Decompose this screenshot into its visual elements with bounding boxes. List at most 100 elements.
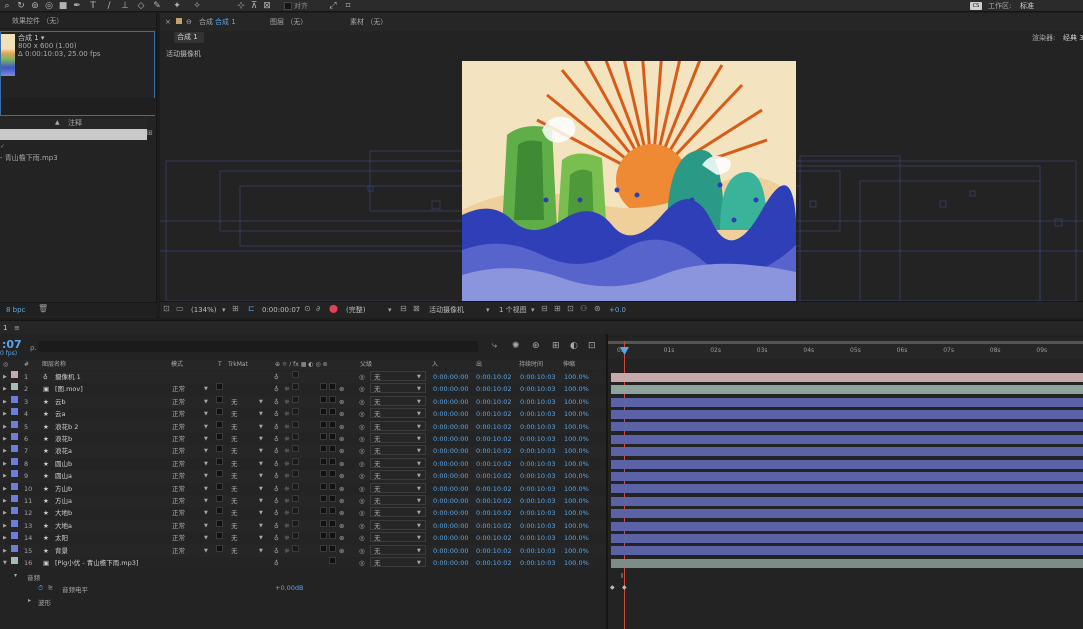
pan-behind-tool-icon[interactable]: ◎ bbox=[44, 1, 54, 11]
clone-stamp-tool-icon[interactable]: ⊥ bbox=[120, 1, 130, 11]
zoom-value[interactable]: (134%) bbox=[191, 305, 216, 315]
text-tool-icon[interactable]: T bbox=[88, 1, 98, 11]
graph-icon[interactable]: ⊵ bbox=[48, 584, 53, 591]
zoom-dropdown-icon[interactable]: ▾ bbox=[222, 305, 226, 315]
waveform-label[interactable]: 波形 bbox=[38, 597, 51, 607]
timeline-tab-comp[interactable]: 1 bbox=[3, 323, 7, 333]
timeline-menu-icon[interactable]: ≡ bbox=[14, 323, 20, 333]
layer-duration-bar[interactable] bbox=[611, 484, 1083, 494]
snap-grid-icon[interactable]: ⌗ bbox=[343, 1, 353, 11]
frame-blending-icon[interactable]: ⊞ bbox=[552, 341, 560, 351]
lock-icon[interactable]: ⊖ bbox=[186, 17, 192, 27]
cc-badge[interactable]: CS bbox=[970, 2, 982, 10]
brush-tool-icon[interactable]: ∕ bbox=[104, 1, 114, 11]
resolution-dropdown-icon[interactable]: ▾ bbox=[388, 305, 392, 315]
camera-view-dropdown-icon[interactable]: ▾ bbox=[486, 305, 490, 315]
layer-duration-bar[interactable] bbox=[611, 372, 1083, 382]
snapshot-icon[interactable]: ⊙ bbox=[304, 304, 311, 313]
hierarchy-icon[interactable]: ⊞ bbox=[147, 129, 155, 137]
show-snapshot-icon[interactable]: ∂ bbox=[316, 304, 320, 313]
audio-group-chevron-icon[interactable]: ▾ bbox=[14, 572, 17, 579]
roto-brush-tool-icon[interactable]: ✎ bbox=[152, 1, 162, 11]
channel-icon[interactable]: ⬤ bbox=[329, 304, 338, 313]
reset-exposure-icon[interactable]: ⊛ bbox=[594, 304, 601, 313]
keyframe-nav-icon[interactable]: ◆ bbox=[622, 584, 627, 591]
camera-view-value[interactable]: 活动摄像机 bbox=[429, 305, 464, 315]
audio-stopwatch-icon[interactable]: ⏱ bbox=[38, 584, 43, 593]
timeline-icon[interactable]: ⊡ bbox=[567, 304, 574, 313]
layer-duration-bar[interactable] bbox=[611, 496, 1083, 506]
layer-duration-bar[interactable] bbox=[611, 533, 1083, 543]
exposure-value[interactable]: +0.0 bbox=[609, 305, 626, 315]
tab-composition[interactable]: 合成 1 bbox=[215, 17, 236, 27]
layer-duration-bar[interactable] bbox=[611, 447, 1083, 457]
renderer-value[interactable]: 经典 3 bbox=[1063, 33, 1083, 43]
layer-duration-bar[interactable] bbox=[611, 409, 1083, 419]
safe-zones-icon[interactable]: ⊞ bbox=[232, 304, 239, 313]
close-tab-icon[interactable]: × bbox=[165, 17, 171, 27]
search-icon[interactable]: ρ. bbox=[30, 343, 37, 353]
axis-view-icon[interactable]: ⊠ bbox=[262, 1, 272, 11]
layer-duration-bar[interactable] bbox=[611, 385, 1083, 395]
audio-level-value[interactable]: +0.00dB bbox=[275, 584, 304, 592]
viewer-timecode[interactable]: 0:00:00:07 bbox=[262, 305, 300, 315]
layer-duration-bar[interactable] bbox=[611, 471, 1083, 481]
pen-tool-icon[interactable]: ✒ bbox=[72, 1, 82, 11]
subtab-comp-1[interactable]: 合成 1 bbox=[174, 32, 204, 43]
work-area-bar[interactable] bbox=[608, 341, 1083, 344]
trash-icon[interactable]: 🗑 bbox=[38, 304, 48, 313]
layer-duration-bar[interactable] bbox=[611, 459, 1083, 469]
layer-duration-bar[interactable] bbox=[611, 509, 1083, 519]
project-file-item[interactable]: - 青山檐下雨.mp3 bbox=[0, 153, 58, 163]
axis-world-icon[interactable]: ⊼ bbox=[249, 1, 259, 11]
snap-checkbox[interactable] bbox=[284, 2, 292, 10]
workspace-value[interactable]: 标准 bbox=[1020, 1, 1034, 11]
region-of-interest-icon[interactable]: ⊟ bbox=[400, 304, 407, 313]
snap-option-icon[interactable]: ⤢ bbox=[328, 1, 338, 11]
shy-layers-icon[interactable]: ⊛ bbox=[532, 341, 540, 351]
header-layer-name[interactable]: 图层名称 bbox=[42, 360, 66, 370]
fast-preview-icon[interactable]: ⊞ bbox=[554, 304, 561, 313]
layer-duration-bar[interactable] bbox=[611, 422, 1083, 432]
graph-editor-icon[interactable]: ⊡ bbox=[588, 341, 596, 351]
camera-tool-icon[interactable]: ⊚ bbox=[30, 1, 40, 11]
pin-tool-icon[interactable]: ✧ bbox=[192, 1, 202, 11]
timeline-search-input[interactable] bbox=[38, 341, 478, 352]
axis-local-icon[interactable]: ⊹ bbox=[236, 1, 246, 11]
monitor-icon[interactable]: ▭ bbox=[176, 304, 184, 313]
layer-duration-bar[interactable] bbox=[611, 434, 1083, 444]
project-row-highlight[interactable] bbox=[0, 129, 147, 140]
rectangle-tool-icon[interactable]: ■ bbox=[58, 1, 68, 11]
time-ruler[interactable]: 0s01s02s03s04s05s06s07s08s09s10s bbox=[608, 339, 1083, 359]
layer-duration-bar[interactable] bbox=[611, 546, 1083, 556]
views-value[interactable]: 1 个视图 bbox=[499, 305, 527, 315]
audio-group-label[interactable]: 音频 bbox=[27, 572, 40, 582]
zoom-tool-icon[interactable]: ⌕ bbox=[2, 1, 12, 11]
folder-chevron-icon[interactable]: ✓ bbox=[0, 142, 5, 152]
flowchart-icon[interactable]: ⚇ bbox=[580, 304, 587, 313]
transparency-grid-icon[interactable]: ⊠ bbox=[413, 304, 420, 313]
layer-duration-bar[interactable] bbox=[611, 521, 1083, 531]
views-dropdown-icon[interactable]: ▾ bbox=[531, 305, 535, 315]
effects-controls-tab[interactable]: 效果控件 （无） bbox=[12, 16, 63, 26]
always-preview-icon[interactable]: ⊡ bbox=[163, 304, 170, 313]
layer-duration-bar[interactable] bbox=[611, 558, 1083, 568]
keyframe-icon[interactable]: ◆ bbox=[610, 584, 615, 591]
tab-layer[interactable]: 图层 （无） bbox=[270, 17, 307, 27]
waveform-chevron-icon[interactable]: ▸ bbox=[28, 597, 31, 604]
tab-footage[interactable]: 素材 （无） bbox=[350, 17, 387, 27]
toggle-pixel-icon[interactable]: ⊟ bbox=[541, 304, 548, 313]
tab-composition-prefix[interactable]: 合成 bbox=[199, 17, 213, 27]
composition-mini-flowchart-icon[interactable]: ⤷ bbox=[492, 341, 497, 351]
resolution-value[interactable]: (完整) bbox=[346, 305, 365, 315]
motion-blur-icon[interactable]: ◐ bbox=[570, 341, 578, 351]
puppet-tool-icon[interactable]: ✦ bbox=[172, 1, 182, 11]
bpc-label[interactable]: 8 bpc bbox=[6, 305, 25, 315]
sort-arrow-icon[interactable]: ▲ bbox=[55, 119, 60, 126]
draft-3d-icon[interactable]: ✺ bbox=[512, 341, 520, 351]
layer-duration-bar[interactable] bbox=[611, 397, 1083, 407]
viewport[interactable] bbox=[160, 61, 1083, 301]
mask-visibility-icon[interactable]: ⊏ bbox=[248, 304, 255, 313]
rotate-tool-icon[interactable]: ↻ bbox=[16, 1, 26, 11]
eraser-tool-icon[interactable]: ◇ bbox=[136, 1, 146, 11]
